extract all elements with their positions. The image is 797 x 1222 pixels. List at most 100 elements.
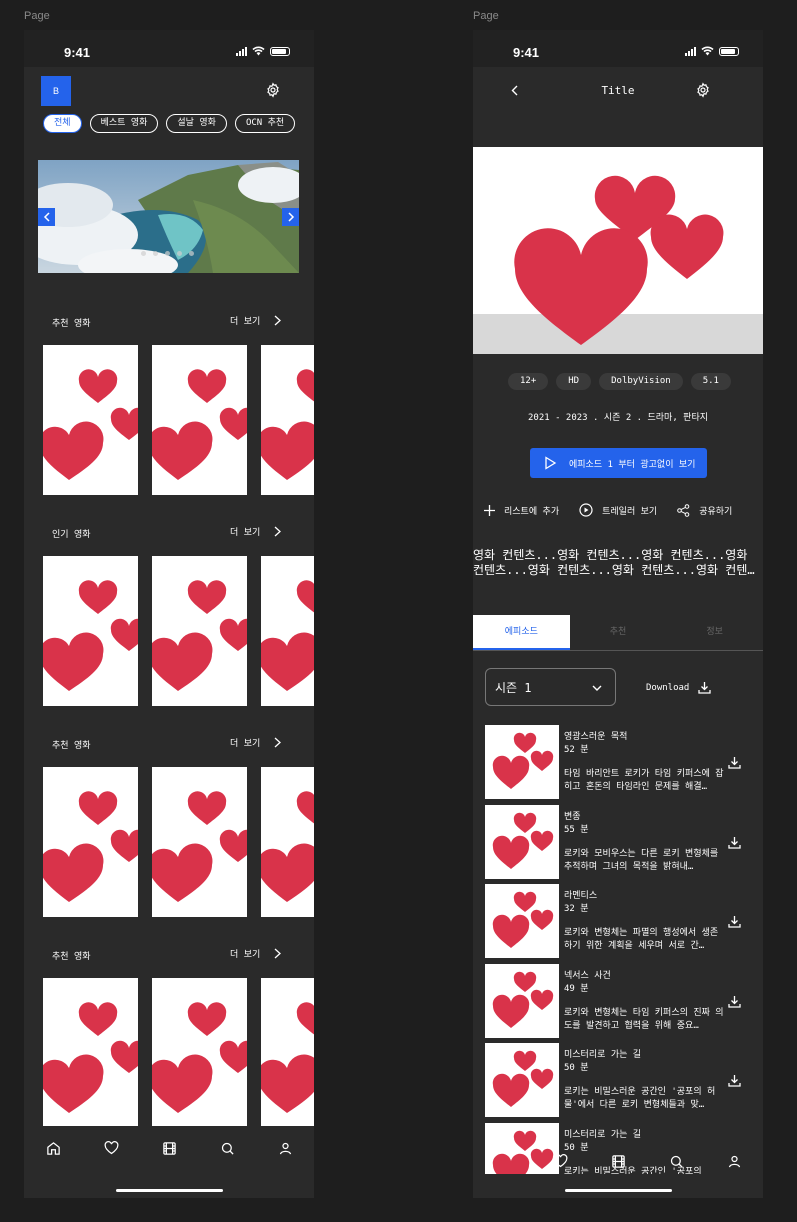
tab-info[interactable]: 정보 — [666, 615, 763, 650]
tab-favorites[interactable] — [552, 1153, 568, 1169]
wifi-icon — [701, 46, 714, 56]
tab-profile[interactable] — [277, 1140, 293, 1156]
episode-length: 55 분 — [564, 824, 589, 835]
battery-icon — [719, 46, 739, 56]
download-icon — [728, 836, 741, 849]
add-label: 리스트에 추가 — [504, 506, 560, 517]
season-dropdown[interactable]: 시즌 1 — [485, 668, 616, 706]
action-row: 리스트에 추가 트레일러 보기 공유하기 — [484, 503, 732, 517]
settings-button[interactable] — [694, 81, 712, 99]
tab-episodes[interactable]: 에피소드 — [473, 615, 570, 650]
tab-search[interactable] — [668, 1153, 684, 1169]
share-label: 공유하기 — [699, 506, 733, 517]
gear-icon — [697, 82, 709, 98]
page-title: Title — [601, 84, 635, 97]
hearts-artwork — [473, 175, 763, 354]
chip-all[interactable]: 전체 — [43, 114, 82, 133]
episode-download-button[interactable] — [728, 993, 741, 1012]
episode-desc: 로키와 변형체는 파멸의 행성에서 생존하기 위한 계획을 세우며 서로 간… — [564, 928, 719, 951]
more-label: 더 보기 — [230, 739, 261, 749]
app-logo[interactable]: B — [41, 76, 71, 106]
tab-movies[interactable] — [161, 1140, 177, 1156]
episode-thumbnail — [485, 963, 559, 1038]
poster-row — [43, 556, 314, 706]
banner-prev-button[interactable] — [38, 208, 55, 226]
tab-movies[interactable] — [610, 1153, 626, 1169]
episode-length: 52 분 — [564, 745, 589, 755]
search-icon — [221, 1142, 234, 1155]
episode-item[interactable]: 라멘티스 32 분 로키와 변형체는 파멸의 행성에서 생존하기 위한 계획을 … — [485, 884, 755, 964]
trailer-button[interactable]: 트레일러 보기 — [579, 503, 657, 517]
battery-icon — [270, 46, 290, 56]
search-icon — [670, 1155, 683, 1168]
tab-profile[interactable] — [726, 1153, 742, 1169]
tab-search[interactable] — [219, 1140, 235, 1156]
more-label: 더 보기 — [230, 950, 261, 960]
settings-button[interactable] — [264, 81, 282, 99]
play-button[interactable]: 에피소드 1 부터 광고없이 보기 — [530, 448, 707, 478]
add-to-list-button[interactable]: 리스트에 추가 — [484, 503, 559, 517]
banner-pagination[interactable] — [141, 251, 194, 256]
share-button[interactable]: 공유하기 — [677, 503, 732, 517]
banner-next-button[interactable] — [282, 208, 299, 226]
chip-best-movies[interactable]: 베스트 영화 — [89, 114, 159, 133]
more-link[interactable]: 더 보기 — [230, 736, 282, 749]
movie-poster[interactable] — [43, 978, 138, 1128]
episode-list: 영광스러운 목적 52 분 타임 바리안트 로키가 타임 키퍼스에 잡히고 혼돈… — [485, 725, 755, 1174]
episode-thumbnail — [485, 725, 559, 799]
tab-home[interactable] — [45, 1140, 61, 1156]
download-icon — [728, 1075, 741, 1087]
age-rating-badge: 12+ — [508, 373, 549, 390]
episode-item[interactable]: 영광스러운 목적 52 분 타임 바리안트 로키가 타임 키퍼스에 잡히고 혼돈… — [485, 725, 755, 805]
movie-poster[interactable] — [261, 556, 314, 706]
movie-poster[interactable] — [152, 767, 247, 917]
movie-poster[interactable] — [261, 978, 314, 1128]
movie-poster[interactable] — [43, 767, 138, 917]
user-icon — [279, 1142, 291, 1154]
episode-download-button[interactable] — [728, 834, 741, 853]
movie-poster[interactable] — [152, 556, 247, 706]
more-link[interactable]: 더 보기 — [230, 314, 282, 327]
episode-desc: 로키는 비밀스러운 공간인 '공포의 허물'에서 다른 로키 변형체들과 맞… — [564, 1087, 716, 1110]
episode-title: 넥서스 사건 — [564, 970, 611, 981]
chip-newyear-movies[interactable]: 설날 영화 — [166, 114, 227, 133]
episode-item[interactable]: 변종 55 분 로키와 모비우스는 다른 로키 변형체를 추적하며 그녀의 목적… — [485, 804, 755, 885]
episode-download-button[interactable] — [728, 1072, 741, 1091]
detail-screen: 9:41 Title 12+ HD DolbyVision 5.1 2021 -… — [473, 30, 763, 1198]
more-link[interactable]: 더 보기 — [230, 525, 282, 538]
chevron-right-icon — [274, 526, 282, 537]
tab-favorites[interactable] — [103, 1140, 119, 1156]
chevron-right-icon — [274, 737, 282, 748]
poster-row — [43, 345, 314, 495]
more-label: 더 보기 — [230, 528, 261, 538]
movie-poster[interactable] — [43, 345, 138, 495]
episode-thumbnail — [485, 804, 559, 879]
status-time: 9:41 — [64, 45, 91, 60]
movie-poster[interactable] — [152, 978, 247, 1128]
episode-download-button[interactable] — [728, 754, 741, 773]
home-indicator — [565, 1189, 672, 1192]
chip-ocn[interactable]: OCN 추천 — [234, 114, 296, 133]
hearts-artwork — [261, 791, 314, 902]
episode-item[interactable]: 미스터리로 가는 길 50 분 로키는 비밀스러운 공간인 '공포의 허물'에서… — [485, 1043, 755, 1123]
chevron-down-icon — [592, 685, 602, 691]
movie-poster[interactable] — [261, 767, 314, 917]
download-all-button[interactable]: Download — [646, 681, 712, 694]
download-icon — [728, 757, 741, 769]
hero-banner[interactable] — [38, 160, 299, 273]
film-icon — [611, 1154, 625, 1168]
episode-download-button[interactable] — [728, 913, 741, 932]
movie-poster[interactable] — [152, 345, 247, 495]
more-link[interactable]: 더 보기 — [230, 947, 282, 960]
status-bar: 9:41 — [473, 30, 763, 67]
bottom-tab-bar — [24, 1126, 314, 1198]
meta-info: 2021 - 2023 . 시즌 2 . 드라마, 판타지 — [527, 413, 709, 423]
home-icon — [46, 1141, 60, 1155]
episode-item[interactable]: 넥서스 사건 49 분 로키와 변형체는 타임 키퍼스의 진짜 의도를 발견하고… — [485, 963, 755, 1044]
movie-poster[interactable] — [43, 556, 138, 706]
trailer-label: 트레일러 보기 — [602, 506, 658, 517]
user-icon — [728, 1155, 740, 1167]
movie-poster[interactable] — [261, 345, 314, 495]
hearts-artwork — [152, 580, 247, 691]
tab-recommend[interactable]: 추천 — [570, 615, 667, 650]
